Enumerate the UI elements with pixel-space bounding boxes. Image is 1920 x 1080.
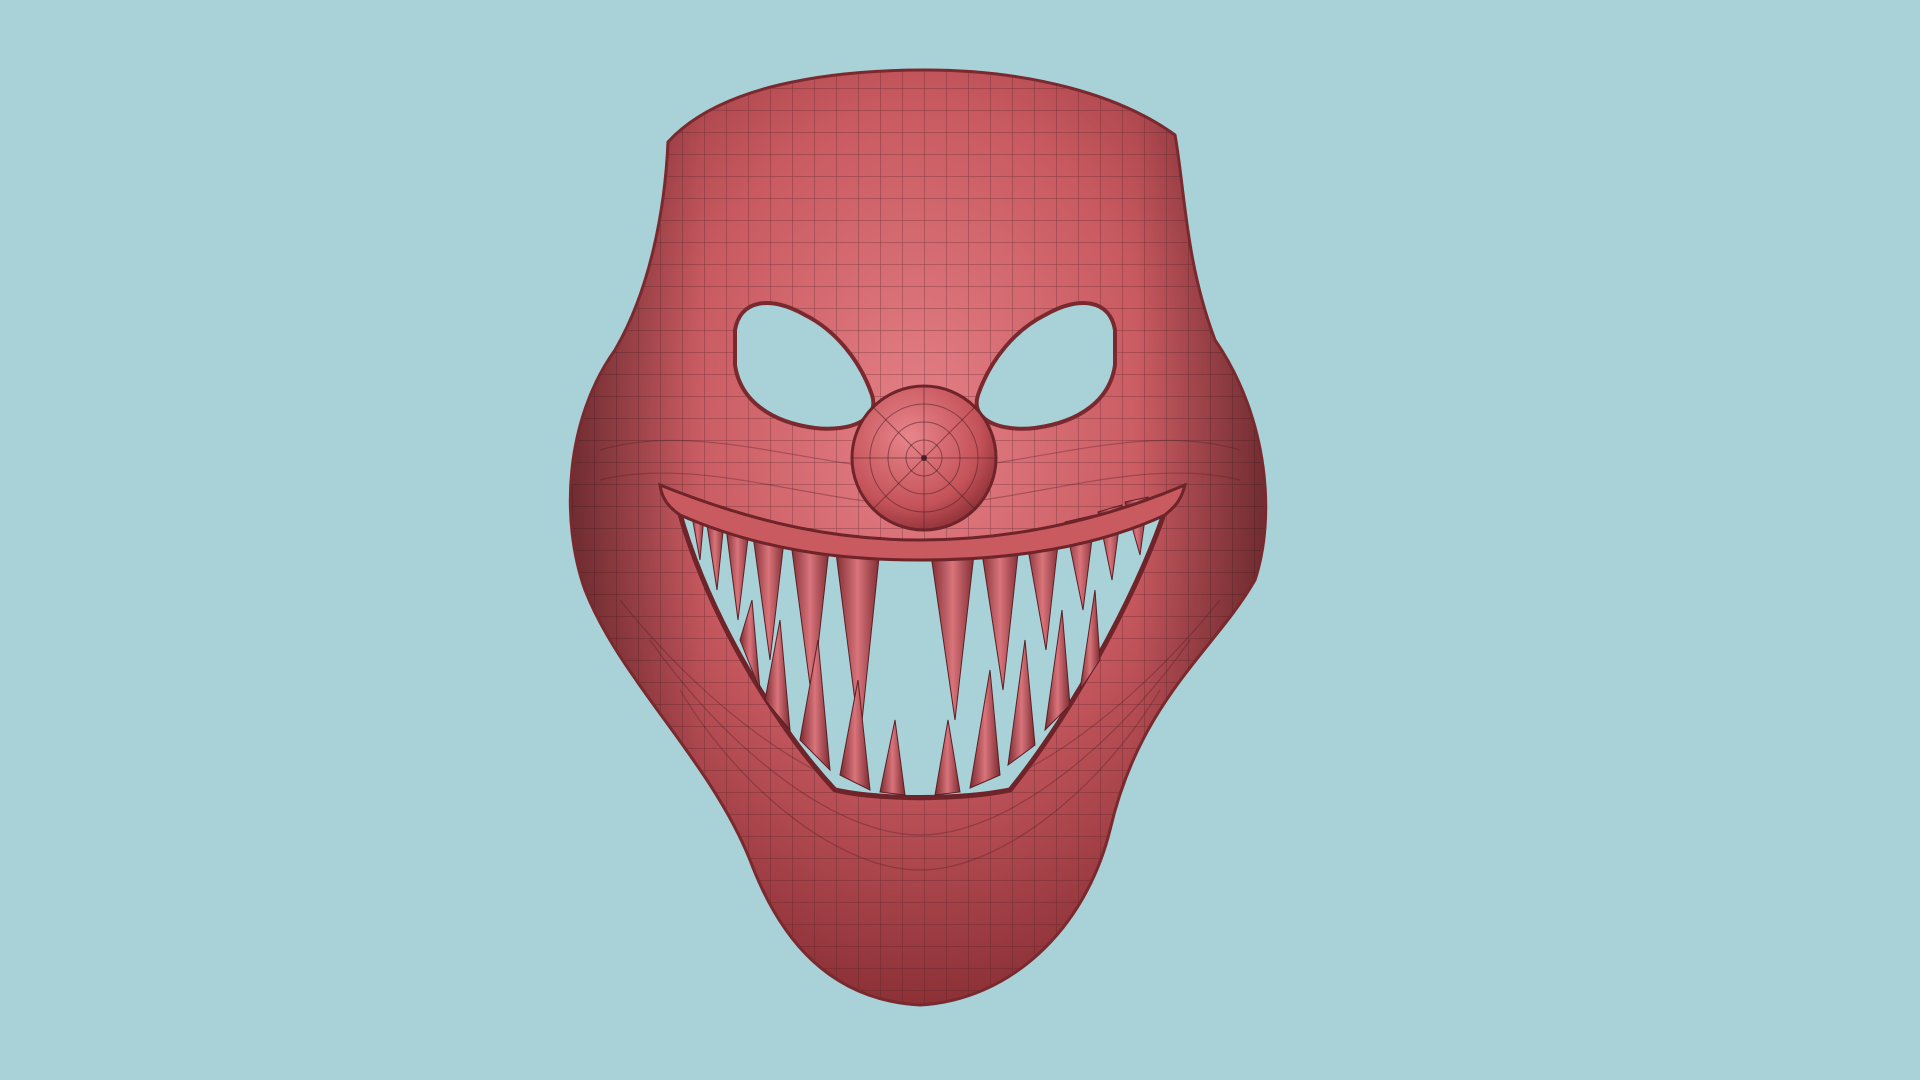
nose-ball <box>850 384 998 532</box>
clown-mask-render <box>568 68 1268 1007</box>
render-viewport <box>0 0 1920 1080</box>
